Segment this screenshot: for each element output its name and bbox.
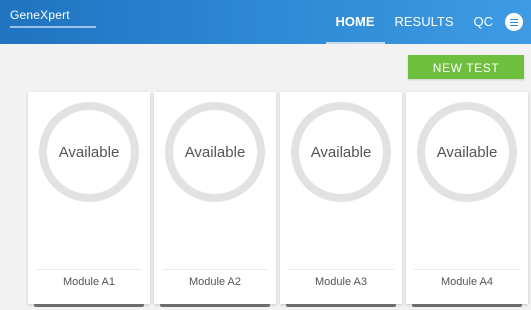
module-card-a2[interactable]: Available Module A2 [154, 92, 276, 307]
menu-icon-line [510, 18, 518, 21]
card-bottom-bar [412, 304, 522, 307]
module-card-a3[interactable]: Available Module A3 [280, 92, 402, 307]
menu-icon-line [510, 24, 518, 27]
module-label: Module A3 [315, 276, 367, 288]
module-status: Available [184, 143, 246, 161]
status-ring: Available [165, 102, 265, 202]
status-ring: Available [39, 102, 139, 202]
new-test-button[interactable]: NEW TEST [408, 55, 524, 79]
module-status: Available [58, 143, 120, 161]
module-status: Available [310, 143, 372, 161]
menu-icon[interactable] [505, 13, 523, 31]
module-label: Module A2 [189, 276, 241, 288]
card-divider [36, 269, 142, 270]
module-card-a1[interactable]: Available Module A1 [28, 92, 150, 307]
status-ring: Available [417, 102, 517, 202]
main-nav: HOME RESULTS QC [325, 0, 523, 44]
card-bottom-bar [160, 304, 270, 307]
menu-icon-line [510, 21, 518, 24]
card-divider [288, 269, 394, 270]
logo-tagline [10, 26, 96, 28]
card-divider [414, 269, 520, 270]
app-logo: GeneXpert [10, 8, 96, 28]
nav-results[interactable]: RESULTS [385, 0, 464, 44]
nav-home[interactable]: HOME [325, 0, 385, 44]
card-divider [162, 269, 268, 270]
logo-text: GeneXpert [10, 8, 70, 22]
status-ring: Available [291, 102, 391, 202]
module-label: Module A1 [63, 276, 115, 288]
nav-qc[interactable]: QC [464, 0, 504, 44]
card-bottom-bar [286, 304, 396, 307]
module-label: Module A4 [441, 276, 493, 288]
app-header: GeneXpert HOME RESULTS QC [0, 0, 531, 44]
module-status: Available [436, 143, 498, 161]
module-card-a4[interactable]: Available Module A4 [406, 92, 528, 307]
card-bottom-bar [34, 304, 144, 307]
